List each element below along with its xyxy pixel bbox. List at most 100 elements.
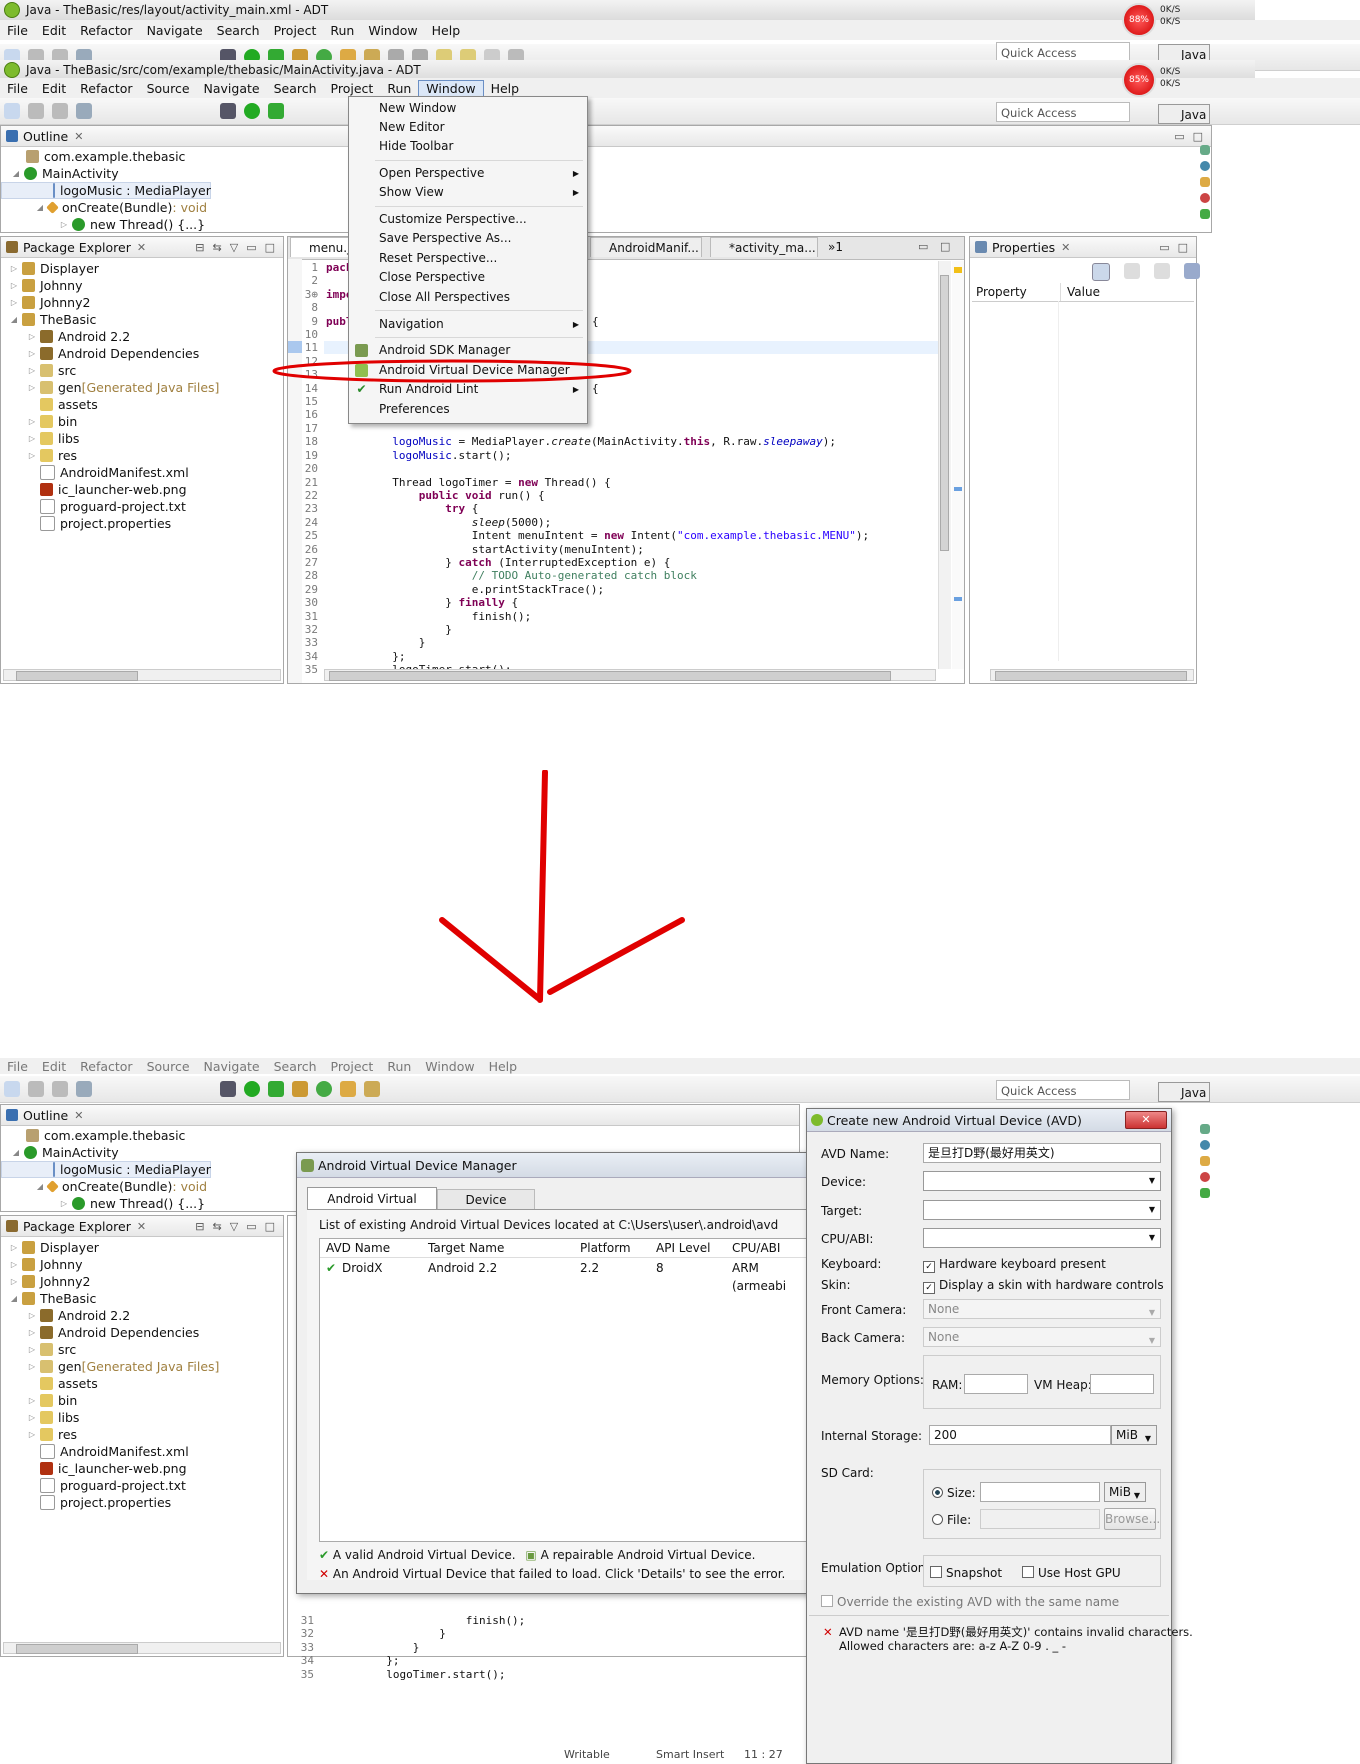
b-menu-window[interactable]: Window [418,1059,481,1074]
menu-help[interactable]: Help [484,81,527,96]
b-tree-item-src[interactable]: ▷ src [1,1341,283,1358]
pe-scroll-thumb[interactable] [16,671,138,681]
back-menu-refactor[interactable]: Refactor [73,23,139,38]
b-search-tool-icon[interactable] [364,1081,380,1097]
pe-horizontal-scrollbar[interactable] [3,669,281,681]
b-console-icon[interactable] [1200,1188,1210,1198]
collapse-icon[interactable]: ◢ [35,203,45,212]
tree-item-gen[interactable]: ▷ gen [Generated Java Files] [1,379,283,396]
b-menu-help[interactable]: Help [482,1059,525,1074]
b-tree-item-thebasic[interactable]: ◢ TheBasic [1,1290,283,1307]
b-pe-minimize-icon[interactable]: ▭ [246,1220,256,1233]
b-code-block[interactable]: finish(); } } }; logoTimer.start(); [320,1614,525,1681]
col-avd-name[interactable]: AVD Name [326,1239,390,1257]
b-outline-item-package[interactable]: com.example.thebasic [1,1127,799,1144]
print-icon-2[interactable] [76,103,92,119]
editor-scroll-thumb[interactable] [940,275,949,551]
problems-icon[interactable] [1200,193,1210,203]
tree-item-proguard[interactable]: proguard-project.txt [1,498,283,515]
menu-file[interactable]: File [0,81,35,96]
b-collapse-all-icon[interactable]: ⊟ [195,1220,204,1233]
categories-icon[interactable] [1092,263,1110,281]
override-checkbox[interactable]: Override the existing AVD with the same … [821,1595,1119,1609]
task-marker[interactable] [954,597,962,601]
new-icon-2[interactable] [4,103,20,119]
b-menu-file[interactable]: File [0,1059,35,1074]
editor-hscroll-thumb[interactable] [329,671,891,681]
outline-item-class[interactable]: ◢ MainActivity [1,165,1211,182]
b-quick-access[interactable]: Quick Access [996,1080,1130,1100]
menu-item-close-all-perspectives[interactable]: Close All Perspectives [349,288,587,307]
b-outline-item-field[interactable]: logoMusic : MediaPlayer [1,1161,211,1178]
run-icon-2[interactable] [244,103,260,119]
b-menu-refactor[interactable]: Refactor [73,1059,139,1074]
save-all-icon-2[interactable] [52,103,68,119]
b-tree-item-displayer[interactable]: ▷ Displayer [1,1239,283,1256]
editor-horizontal-scrollbar[interactable] [324,669,936,681]
outline-item-method[interactable]: ◢ onCreate(Bundle) : void [1,199,1211,216]
b-pe-horizontal-scrollbar[interactable] [3,1642,281,1654]
editor-tab-menu[interactable]: menu.ja [290,237,352,257]
front-camera-select[interactable]: None ▼ [923,1299,1161,1319]
col-api-level[interactable]: API Level [656,1239,710,1257]
keyboard-checkbox[interactable]: ✓ Hardware keyboard present [923,1257,1106,1273]
pe-maximize-icon[interactable]: □ [265,241,275,254]
b-tree-item-properties[interactable]: project.properties [1,1494,283,1511]
save-icon-2[interactable] [28,103,44,119]
editor-tab-activity-main[interactable]: *activity_ma... [710,237,818,257]
avd-name-input[interactable]: 是旦打D野(最好用英文) [923,1143,1161,1163]
back-camera-select[interactable]: None ▼ [923,1327,1161,1347]
pe-minimize-icon[interactable]: ▭ [246,241,256,254]
pin-view-icon[interactable] [1184,263,1200,279]
declaration-icon[interactable] [1200,177,1210,187]
back-menu-search[interactable]: Search [210,23,267,38]
tree-item-src[interactable]: ▷ src [1,362,283,379]
b-save-icon[interactable] [28,1081,44,1097]
expand-icon[interactable]: ▷ [59,220,69,229]
b-tree-item-libs[interactable]: ▷ libs [1,1409,283,1426]
editor-minimize-icon[interactable]: ▭ [918,240,928,253]
back-menu-project[interactable]: Project [267,23,324,38]
prop-maximize-icon[interactable]: □ [1178,241,1188,254]
back-menu-edit[interactable]: Edit [35,23,73,38]
collapse-icon[interactable]: ◢ [11,169,21,178]
host-gpu-checkbox[interactable]: Use Host GPU [1022,1566,1121,1580]
b-pe-close-icon[interactable]: ✕ [137,1220,146,1233]
b-tree-item-johnny[interactable]: ▷ Johnny [1,1256,283,1273]
b-menu-edit[interactable]: Edit [35,1059,73,1074]
tree-item-johnny2[interactable]: ▷ Johnny2 [1,294,283,311]
menu-search[interactable]: Search [267,81,324,96]
link-editor-icon[interactable]: ⇆ [213,241,222,254]
properties-horizontal-scrollbar[interactable] [990,669,1194,681]
b-task-list-icon[interactable] [1200,1124,1210,1134]
sd-file-radio[interactable]: File: [932,1513,971,1527]
tree-item-properties[interactable]: project.properties [1,515,283,532]
avd-table-row[interactable]: ✔ DroidX Android 2.2 2.2 8 ARM (armeabi [320,1259,816,1293]
col-cpu-abi[interactable]: CPU/ABI [732,1239,780,1257]
internal-storage-unit-select[interactable]: MiB ▼ [1111,1425,1157,1445]
b-run-ext-icon[interactable] [268,1081,284,1097]
editor-vertical-scrollbar[interactable] [938,261,951,669]
back-quick-access[interactable]: Quick Access [996,42,1130,62]
b-tree-item-res[interactable]: ▷ res [1,1426,283,1443]
editor-tab-overflow[interactable]: »1 [824,237,864,257]
menu-item-show-view[interactable]: Show View ▶ [349,183,587,202]
value-column-header[interactable]: Value [1061,283,1100,301]
b-new-class-icon[interactable] [316,1081,332,1097]
task-list-icon[interactable] [1200,145,1210,155]
b-javadoc-icon[interactable] [1200,1140,1210,1150]
sd-file-input[interactable] [980,1509,1100,1529]
editor-tab-manifest[interactable]: AndroidManif... [590,237,702,257]
target-select[interactable]: ▼ [923,1200,1161,1220]
b-pe-scroll-thumb[interactable] [16,1644,138,1654]
b-tree-item-dependencies[interactable]: ▷ Android Dependencies [1,1324,283,1341]
javadoc-icon[interactable] [1200,161,1210,171]
b-save-all-icon[interactable] [52,1081,68,1097]
back-menu-navigate[interactable]: Navigate [140,23,210,38]
b-declaration-icon[interactable] [1200,1156,1210,1166]
device-select[interactable]: ▼ [923,1171,1161,1191]
back-menu-file[interactable]: File [0,23,35,38]
b-problems-icon[interactable] [1200,1172,1210,1182]
tree-item-libs[interactable]: ▷ libs [1,430,283,447]
tree-item-assets[interactable]: assets [1,396,283,413]
